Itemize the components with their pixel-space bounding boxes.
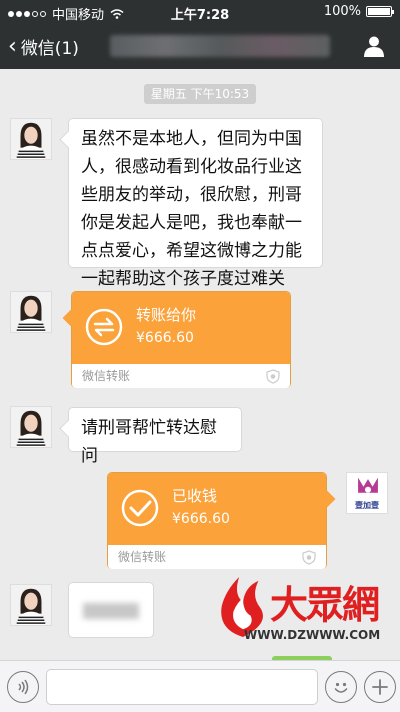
back-button[interactable]: ‹ 微信(1) [8, 34, 79, 59]
message-bubble-blurred[interactable] [68, 582, 154, 638]
back-label: 微信(1) [20, 39, 79, 59]
transfer-amount: ¥666.60 [136, 330, 194, 346]
battery-icon [366, 6, 394, 17]
transfer-amount: ¥666.60 [172, 511, 230, 527]
message-bubble[interactable]: 请刑哥帮忙转达慰问 [68, 407, 242, 466]
logo-label: 壹加壹 [355, 501, 379, 510]
transfer-footer: 微信转账 [72, 364, 290, 388]
person-icon[interactable] [362, 34, 386, 58]
battery-percent: 100% [323, 4, 361, 19]
input-bar [0, 660, 400, 712]
smiley-icon [334, 682, 348, 693]
blurred-content [83, 603, 139, 619]
transfer-title: 已收钱 [172, 487, 218, 505]
chevron-left-icon: ‹ [8, 33, 17, 59]
nav-bar: ‹ 微信(1) [0, 24, 400, 69]
avatar-image [11, 119, 51, 159]
message-text: 请刑哥帮忙转达慰问 [81, 418, 217, 466]
message-input[interactable] [46, 669, 318, 705]
watermark-url: WWW.DZWWW.COM [244, 628, 381, 642]
message-text: 虽然不是本地人，但同为中国人，很感动看到化妆品行业这些朋友的举动，很欣慰，刑哥你… [81, 129, 302, 289]
logo-avatar[interactable]: 壹加壹 [346, 472, 388, 514]
checkmark-circle-icon [121, 489, 159, 527]
voice-button[interactable] [7, 671, 39, 703]
transfer-card[interactable]: 转账给你 ¥666.60 微信转账 [71, 291, 291, 388]
avatar[interactable] [10, 406, 52, 448]
shield-icon [302, 550, 316, 565]
chat-timestamp: 星期五 下午10:53 [144, 84, 256, 104]
plus-icon [372, 679, 388, 695]
avatar-image [11, 585, 51, 625]
transfer-title: 转账给你 [136, 306, 197, 324]
emoji-button[interactable] [325, 671, 357, 703]
shield-icon [266, 369, 280, 384]
avatar[interactable] [10, 291, 52, 333]
transfer-arrows-icon [85, 308, 123, 346]
watermark: 大眾網 WWW.DZWWW.COM [214, 572, 392, 656]
avatar-image [11, 292, 51, 332]
transfer-footer: 微信转账 [108, 545, 326, 569]
avatar-image [11, 407, 51, 447]
chat-area[interactable]: 星期五 下午10:53 虽然不是本地人，但同为中国人，很感动看到化妆品行业这些朋… [0, 69, 400, 660]
message-bubble[interactable]: 虽然不是本地人，但同为中国人，很感动看到化妆品行业这些朋友的举动，很欣慰，刑哥你… [68, 118, 323, 289]
watermark-text: 大眾網 [270, 582, 380, 627]
chat-title-blurred [110, 35, 330, 57]
avatar[interactable] [10, 584, 52, 626]
plus-button[interactable] [364, 671, 396, 703]
voice-icon [18, 679, 29, 695]
avatar[interactable] [10, 118, 52, 160]
status-bar: 中国移动 上午7:28 100% [0, 0, 400, 24]
transfer-card[interactable]: 已收钱 ¥666.60 微信转账 [107, 472, 327, 569]
status-right: 100% [323, 4, 394, 19]
